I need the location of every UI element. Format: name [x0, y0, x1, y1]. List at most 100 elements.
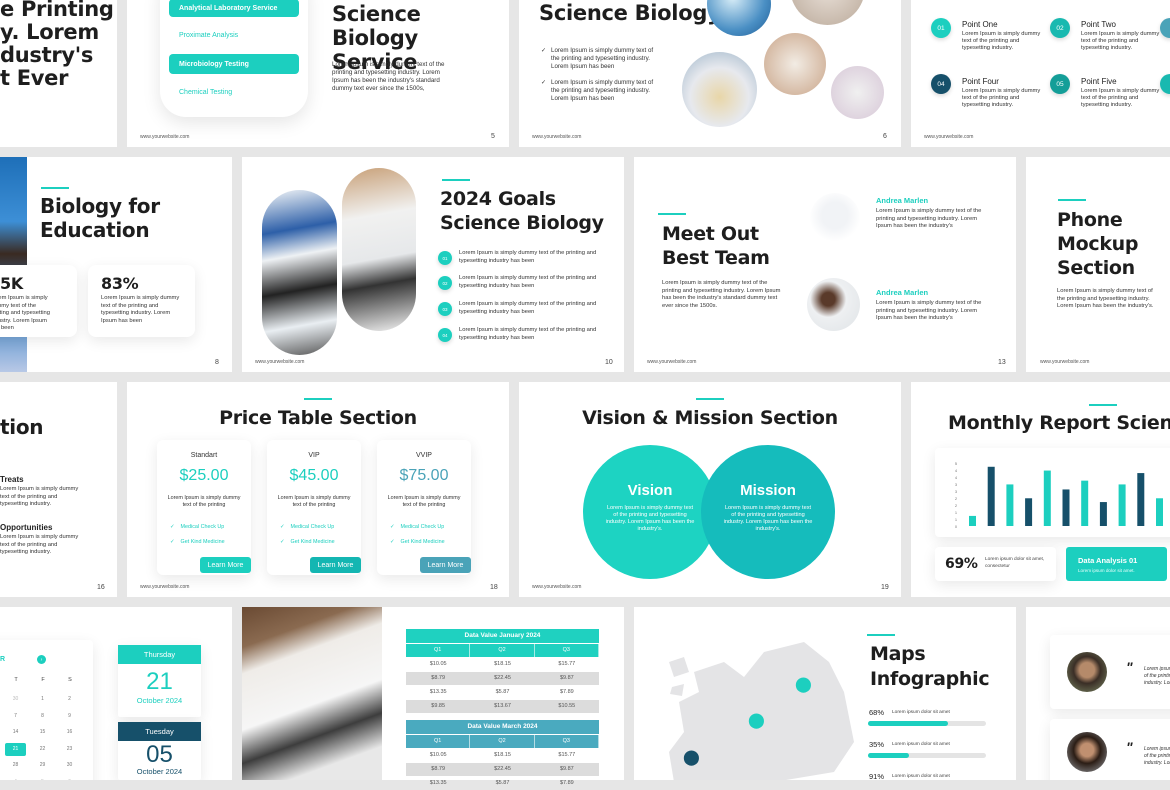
table-cell: $8.79	[431, 675, 446, 681]
location-pin-icon[interactable]: ⬤	[795, 675, 812, 693]
goal-text: Lorem Ipsum is simply dummy text of the …	[459, 250, 597, 264]
slide-16[interactable]: tion Treats Lorem Ipsum is simply dummy …	[0, 382, 117, 597]
date-card: Tuesday 05 October 2024	[118, 722, 201, 780]
member-name: Andrea Marlen	[876, 288, 929, 297]
chart-bar	[987, 466, 995, 526]
accent-line	[867, 634, 895, 636]
feature-label: Get Kind Medicine	[400, 539, 445, 545]
slide-20[interactable]: Monthly Report Science 0 1 1 2 2 3 3 4 4 5 69% Lo…	[911, 382, 1170, 597]
heading-line: dustry's	[0, 43, 94, 67]
plan-feature: ✓ Medical Check Up	[170, 524, 224, 530]
slide-13[interactable]: Meet Out Best Team Lorem Ipsum is simply …	[634, 157, 1016, 372]
service-item[interactable]: Microbiology Testing	[169, 54, 299, 74]
lab-photo	[682, 52, 757, 127]
point-number: 04	[931, 74, 951, 94]
slide-title: Vision & Mission Section	[582, 407, 838, 429]
calendar-day[interactable]: 16	[59, 726, 80, 739]
item-title: Treats	[0, 475, 24, 484]
plan-feature: ✓ Medical Check Up	[390, 524, 444, 530]
table-cell: $9.87	[559, 766, 574, 772]
title-line: Science Biology	[440, 212, 604, 234]
next-month-icon[interactable]: ›	[37, 655, 46, 664]
learn-more-button[interactable]: Learn More	[420, 557, 471, 573]
progress-value: 91%	[869, 772, 885, 780]
calendar-day[interactable]: 1	[32, 693, 53, 706]
slide-14[interactable]: Phone Mockup Section Lorem Ipsum is simply…	[1026, 157, 1170, 372]
calendar-day[interactable]: 5	[32, 776, 53, 781]
vision-title: Vision	[627, 482, 673, 499]
quote-icon: "	[1126, 739, 1133, 755]
calendar-day[interactable]: 23	[59, 743, 80, 756]
table-cell: $13.35	[429, 780, 447, 786]
slide-4[interactable]: e Printing y. Lorem dustry's t Ever	[0, 0, 117, 147]
accent-line	[41, 187, 69, 189]
table-row: $8.79 $22.45 $9.87	[406, 672, 599, 685]
plan-feature: ✓ Get Kind Medicine	[170, 539, 225, 545]
calendar-day[interactable]: 29	[32, 759, 53, 772]
table-cell: $5.87	[495, 780, 510, 786]
calendar-day[interactable]: 21	[5, 742, 26, 756]
slide-heading: e Printing y. Lorem dustry's t Ever	[0, 0, 114, 90]
slide-5[interactable]: Analytical Laboratory Service Proximate …	[127, 0, 509, 147]
location-pin-icon[interactable]: ⬤	[748, 711, 765, 729]
table-cell: $7.89	[559, 689, 574, 695]
point-item: Point Four Lorem Ipsum is simply dummy te…	[962, 77, 1042, 109]
slide-10[interactable]: 2024 Goals Science Biology 01 Lorem Ipsum…	[242, 157, 624, 372]
calendar-day[interactable]: 9	[59, 710, 80, 723]
calendar-day[interactable]: 7	[5, 710, 26, 723]
calendar-day[interactable]: 30	[59, 759, 80, 772]
lab-photo	[790, 0, 865, 25]
service-item[interactable]: Chemical Testing	[179, 89, 232, 96]
slide-18[interactable]: Price Table Section www.yourwebsite.com …	[127, 382, 509, 597]
column-header: Q1	[406, 644, 471, 657]
learn-more-button[interactable]: Learn More	[200, 557, 251, 573]
goal-text: Lorem Ipsum is simply dummy text of the …	[459, 327, 597, 341]
vision-text: Lorem Ipsum is simply dummy text of the …	[605, 505, 695, 532]
chart-bar	[1062, 489, 1070, 526]
slide-calendar[interactable]: R › Thursday 21 October 2024 Tuesday 05 …	[0, 607, 232, 780]
title-line: Infographic	[870, 668, 990, 690]
title-line: Section	[1057, 257, 1135, 279]
table-row: $9.85 $13.67 $10.55	[406, 700, 599, 713]
item-number: 03	[438, 302, 452, 316]
calendar-day[interactable]: 2	[59, 693, 80, 706]
mission-text: Lorem Ipsum is simply dummy text of the …	[723, 505, 813, 532]
plan-feature: ✓ Get Kind Medicine	[390, 539, 445, 545]
slide-7[interactable]: 01 Point One Lorem Ipsum is simply dummy …	[911, 0, 1170, 147]
location-pin-icon[interactable]: ⬤	[683, 748, 700, 766]
table-title: Data Value January 2024	[406, 629, 599, 643]
slide-testimonials[interactable]: " " Lorem ipsum is simply dummy text of …	[1026, 607, 1170, 780]
calendar-day[interactable]: 6	[59, 776, 80, 781]
calendar-day[interactable]: 22	[32, 743, 53, 756]
stat-value: 5K	[0, 274, 23, 293]
column-header: Q2	[470, 735, 535, 748]
table-cell: $15.77	[558, 661, 576, 667]
chart-bar	[1099, 502, 1107, 526]
calendar-day[interactable]: 15	[32, 726, 53, 739]
learn-more-button[interactable]: Learn More	[310, 557, 361, 573]
service-item[interactable]: Analytical Laboratory Service	[169, 0, 299, 17]
slide-maps[interactable]: ⬤ ⬤ ⬤ Maps Infographic 68% Lorem ipsum dol…	[634, 607, 1016, 780]
calendar-day[interactable]: 30	[5, 693, 26, 706]
stat-text: Lorem Ipsum is simply dummy text of the …	[101, 295, 180, 324]
slide-8[interactable]: Biology forEducation 5K Lorem Ipsum is s…	[0, 157, 232, 372]
page-number: 19	[881, 584, 889, 591]
testimonial-text: Lorem ipsum is simply dummy text of the …	[1144, 746, 1170, 766]
table-cell: $15.77	[558, 752, 576, 758]
date-weekday: Tuesday	[118, 722, 201, 741]
testimonial-text: Lorem ipsum is simply dummy text of the …	[1144, 666, 1170, 686]
calendar-day[interactable]: 8	[32, 710, 53, 723]
slide-6[interactable]: Science Biology ✓ Lorem Ipsum is simply d…	[519, 0, 901, 147]
plan-description: Lorem Ipsum is simply dummy text of the …	[387, 495, 461, 508]
footer-url: www.yourwebsite.com	[140, 584, 190, 590]
feature-label: Get Kind Medicine	[180, 539, 225, 545]
feature-label: Get Kind Medicine	[290, 539, 335, 545]
calendar-day[interactable]: 4	[5, 776, 26, 781]
check-icon: ✓	[390, 539, 395, 545]
calendar-day[interactable]: 14	[5, 726, 26, 739]
service-item[interactable]: Proximate Analysis	[179, 32, 238, 39]
avatar	[1067, 732, 1107, 772]
calendar-day[interactable]: 28	[5, 759, 26, 772]
slide-19[interactable]: Vision & Mission Section Vision Lorem Ip…	[519, 382, 901, 597]
table-row: $13.35 $5.87 $7.89	[406, 777, 599, 790]
